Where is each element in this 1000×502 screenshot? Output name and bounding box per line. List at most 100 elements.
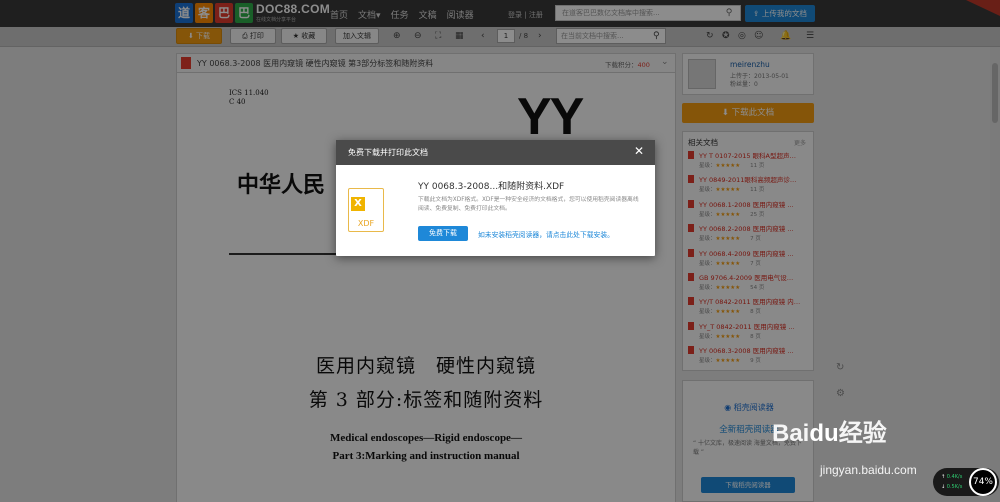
nav-docs[interactable]: 文档▾ <box>358 8 381 21</box>
doc-page: ICS 11.040 C 40 YY 中华人民 医用内窥镜 硬性内窥镜 第 3 … <box>176 73 676 502</box>
related-doc-item[interactable]: YY_T 0842-2011 医用内窥镜 … 星级：★★★★★ 8 页 <box>688 321 812 345</box>
login-link[interactable]: 登录 <box>508 11 522 19</box>
network-speed-widget[interactable]: ↑ 0.4K/s ↓ 0.5K/s 74% <box>933 468 999 496</box>
next-page-icon[interactable]: › <box>538 30 542 43</box>
logo-domain: DOC88.COM <box>256 2 331 16</box>
close-icon[interactable]: ✕ <box>634 144 644 158</box>
prev-page-icon[interactable]: ‹ <box>481 30 485 43</box>
upload-button[interactable]: ⇪ 上传我的文档 <box>745 5 815 22</box>
nav-docs-label: 文档 <box>358 11 377 21</box>
grid-view-icon[interactable]: ▦ <box>455 30 464 43</box>
site-logo[interactable]: 道 客 巴 巴 <box>175 3 253 23</box>
rating-label: 星级： <box>699 260 716 267</box>
download-doc-button[interactable]: ⬇ 下载此文档 <box>682 103 814 123</box>
doc-title: YY 0068.3-2008 医用内窥镜 硬性内窥镜 第3部分标签和随附资料 <box>197 59 434 68</box>
related-doc-item[interactable]: GB 9706.4-2009 医用电气设… 星级：★★★★★ 54 页 <box>688 272 812 296</box>
related-doc-title[interactable]: YY/T 0842-2011 医用内窥镜 内… <box>699 296 811 306</box>
doc-en-title-1: Medical endoscopes—Rigid endoscope— <box>330 432 522 444</box>
rating-stars: ★★★★★ <box>715 236 741 243</box>
related-doc-item[interactable]: YY 0849-2011眼科高频超声诊… 星级：★★★★★ 11 页 <box>688 174 812 198</box>
add-to-list-button[interactable]: 加入文辑 <box>335 28 379 44</box>
related-doc-title[interactable]: YY_T 0842-2011 医用内窥镜 … <box>699 321 811 331</box>
related-doc-item[interactable]: YY 0068.1-2008 医用内窥镜 … 星级：★★★★★ 25 页 <box>688 199 812 223</box>
search-icon[interactable]: ⚲ <box>723 7 735 19</box>
search-icon[interactable]: ⚲ <box>653 30 660 43</box>
pdf-icon <box>688 199 694 208</box>
zoom-out-icon[interactable]: ⊖ <box>414 30 422 43</box>
nav-tasks[interactable]: 任务 <box>391 8 409 21</box>
weibo-icon[interactable]: ◎ <box>738 30 746 43</box>
standard-heading: 中华人民 <box>237 172 326 198</box>
register-link[interactable]: 注册 <box>529 11 543 19</box>
watermark-brand: Bai <box>772 420 810 447</box>
qzone-icon[interactable]: ✪ <box>722 30 730 43</box>
related-doc-meta: 星级：★★★★★ 8 页 <box>699 332 761 340</box>
rating-label: 星级： <box>699 163 716 169</box>
related-doc-title[interactable]: YY 0068.1-2008 医用内窥镜 … <box>699 199 811 209</box>
logo-text[interactable]: DOC88.COM 在线文档分享平台 <box>256 2 331 23</box>
uploader-name[interactable]: meirenzhu <box>730 60 770 69</box>
menu-icon[interactable]: ☰ <box>806 30 814 43</box>
chevron-down-icon[interactable]: ⌄ <box>661 57 669 67</box>
related-doc-item[interactable]: YY/T 0842-2011 医用内窥镜 内… 星级：★★★★★ 8 页 <box>688 296 812 320</box>
free-download-button[interactable]: 免费下载 <box>418 226 468 241</box>
modal-description: 下载此文档为XDF格式。XDF是一种安全经济的文档格式，您可以使用稻壳阅读器离线… <box>418 197 639 212</box>
page-count: 54 页 <box>750 285 765 291</box>
upload-speed: ↑ 0.4K/s <box>941 474 963 480</box>
nav-reader[interactable]: 阅读器 <box>447 8 474 21</box>
download-icon: ⬇ <box>187 32 197 40</box>
download-reader-button[interactable]: 下载稻壳阅读器 <box>701 477 795 493</box>
page-number-input[interactable]: 1 <box>497 29 515 43</box>
page-scrollbar[interactable] <box>990 47 1000 502</box>
share-icon[interactable]: ↻ <box>706 30 714 43</box>
doc-search-input[interactable]: 在当前文档中搜索... <box>556 28 666 44</box>
pdf-icon <box>688 248 694 257</box>
download-points: 下载积分：400 <box>605 59 650 69</box>
related-doc-title[interactable]: YY 0849-2011眼科高频超声诊… <box>699 174 811 184</box>
watermark-brand-2: du <box>809 420 839 447</box>
rating-stars: ★★★★★ <box>715 163 741 169</box>
scrollbar-thumb[interactable] <box>992 63 998 123</box>
settings-icon[interactable]: ⚙ <box>836 388 845 399</box>
refresh-icon[interactable]: ↻ <box>836 362 844 373</box>
related-doc-title[interactable]: YY T 0107-2015 眼科A型超声… <box>699 150 811 160</box>
nav-home[interactable]: 首页 <box>330 8 348 21</box>
avatar[interactable] <box>688 59 716 89</box>
related-doc-item[interactable]: YY 0068.2-2008 医用内窥镜 … 星级：★★★★★ 7 页 <box>688 223 812 247</box>
print-button[interactable]: ⎙ 打印 <box>230 28 276 44</box>
favorite-button[interactable]: ★ 收藏 <box>281 28 327 44</box>
related-doc-item[interactable]: YY 0068.4-2009 医用内窥镜 … 星级：★★★★★ 7 页 <box>688 248 812 272</box>
rating-label: 星级： <box>699 333 716 340</box>
upload-speed-value: 0.4 <box>946 474 955 480</box>
pdf-icon <box>688 297 694 306</box>
pdf-icon <box>688 151 694 159</box>
related-doc-title[interactable]: YY 0068.4-2009 医用内窥镜 … <box>699 248 811 258</box>
logo-char: 客 <box>195 3 213 23</box>
print-icon: ⎙ <box>242 32 250 40</box>
rating-stars: ★★★★★ <box>715 333 741 340</box>
related-doc-title[interactable]: YY 0068.3-2008 医用内窥镜 … <box>699 345 811 355</box>
install-reader-link[interactable]: 如未安装稻壳阅读器，请点击此处下载安装。 <box>478 229 614 239</box>
fans-count: 粉丝量：0 <box>730 81 758 88</box>
bell-icon[interactable]: 🔔 <box>780 30 791 43</box>
related-doc-item[interactable]: YY T 0107-2015 眼科A型超声… 星级：★★★★★ 11 页 <box>688 150 812 174</box>
related-more-link[interactable]: 更多 <box>794 138 806 147</box>
download-button[interactable]: ⬇ 下载 <box>176 28 222 44</box>
doc-en-title-2: Part 3:Marking and instruction manual <box>332 450 520 462</box>
reader-logo-text: 稻壳阅读器 <box>733 403 774 412</box>
nav-articles[interactable]: 文稿 <box>419 8 437 21</box>
rating-label: 星级： <box>699 187 716 194</box>
related-doc-meta: 星级：★★★★★ 7 页 <box>699 259 761 267</box>
fullscreen-icon[interactable]: ⛶ <box>435 30 441 43</box>
related-doc-title[interactable]: GB 9706.4-2009 医用电气设… <box>699 272 811 282</box>
pdf-icon <box>688 175 694 184</box>
qq-icon[interactable]: ☺ <box>754 30 763 43</box>
rating-stars: ★★★★★ <box>715 358 741 365</box>
zoom-in-icon[interactable]: ⊕ <box>393 30 401 43</box>
related-doc-title[interactable]: YY 0068.2-2008 医用内窥镜 … <box>699 223 811 233</box>
pdf-icon <box>688 346 694 355</box>
related-doc-item[interactable]: YY 0068.3-2008 医用内窥镜 … 星级：★★★★★ 9 页 <box>688 345 812 369</box>
site-search-input[interactable]: 在道客巴巴数亿文档库中搜索... <box>555 5 741 21</box>
related-heading: 相关文档 <box>688 138 718 147</box>
xdf-file-icon: X XDF <box>348 188 384 232</box>
